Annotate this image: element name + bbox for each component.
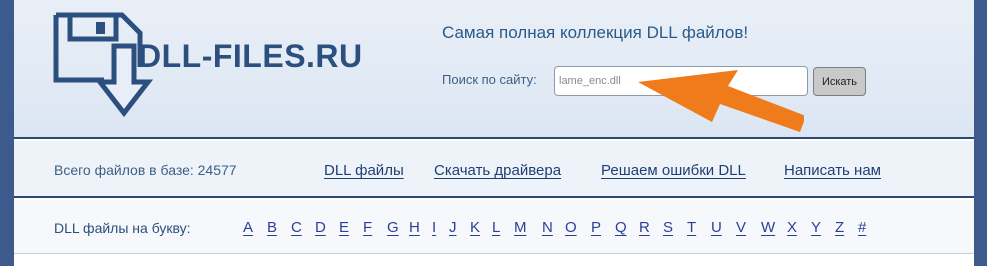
letter-link-u[interactable]: U (711, 219, 722, 236)
letter-link-h[interactable]: H (409, 219, 420, 236)
page-frame: DLL-FILES.RU Самая полная коллекция DLL … (14, 0, 974, 266)
letter-link-l[interactable]: L (492, 219, 500, 236)
letter-link-r[interactable]: R (639, 219, 650, 236)
letter-link-g[interactable]: G (387, 219, 399, 236)
nav-link-download-drivers[interactable]: Скачать драйвера (434, 162, 561, 179)
letter-link-a[interactable]: A (243, 219, 253, 236)
nav-bar: Всего файлов в базе: 24577 DLL файлы Ска… (14, 141, 974, 198)
letter-link-e[interactable]: E (339, 219, 349, 236)
letter-link-v[interactable]: V (736, 219, 746, 236)
search-button[interactable]: Искать (813, 67, 866, 96)
letter-link-x[interactable]: X (787, 219, 797, 236)
letter-link-hash[interactable]: # (858, 219, 866, 236)
letter-link-b[interactable]: B (267, 219, 277, 236)
letter-link-t[interactable]: T (687, 219, 696, 236)
letter-link-y[interactable]: Y (811, 219, 821, 236)
nav-link-contact[interactable]: Написать нам (784, 162, 881, 179)
letter-link-k[interactable]: K (470, 219, 480, 236)
orange-arrow-icon (638, 70, 804, 132)
site-tagline: Самая полная коллекция DLL файлов! (442, 23, 749, 42)
letters-bar: DLL файлы на букву: ABCDEFGHIJKLMNOPQRST… (14, 200, 974, 254)
letter-link-p[interactable]: P (591, 219, 601, 236)
letter-link-w[interactable]: W (761, 219, 775, 236)
site-logo-text[interactable]: DLL-FILES.RU (138, 38, 363, 75)
site-header: DLL-FILES.RU Самая полная коллекция DLL … (14, 0, 974, 139)
letter-link-s[interactable]: S (663, 219, 673, 236)
letter-link-f[interactable]: F (363, 219, 372, 236)
letter-link-n[interactable]: N (542, 219, 553, 236)
letters-label: DLL файлы на букву: (54, 220, 191, 236)
search-label: Поиск по сайту: (442, 72, 537, 87)
letter-link-o[interactable]: O (565, 219, 577, 236)
letter-link-c[interactable]: C (291, 219, 302, 236)
letter-link-j[interactable]: J (449, 219, 457, 236)
nav-link-dll-files[interactable]: DLL файлы (324, 162, 404, 179)
letter-link-m[interactable]: M (514, 219, 527, 236)
letter-link-i[interactable]: I (432, 219, 436, 236)
letter-link-z[interactable]: Z (835, 219, 844, 236)
letter-link-d[interactable]: D (315, 219, 326, 236)
total-files-count: Всего файлов в базе: 24577 (54, 162, 237, 178)
letter-link-q[interactable]: Q (615, 219, 627, 236)
nav-link-fix-dll-errors[interactable]: Решаем ошибки DLL (601, 162, 746, 179)
